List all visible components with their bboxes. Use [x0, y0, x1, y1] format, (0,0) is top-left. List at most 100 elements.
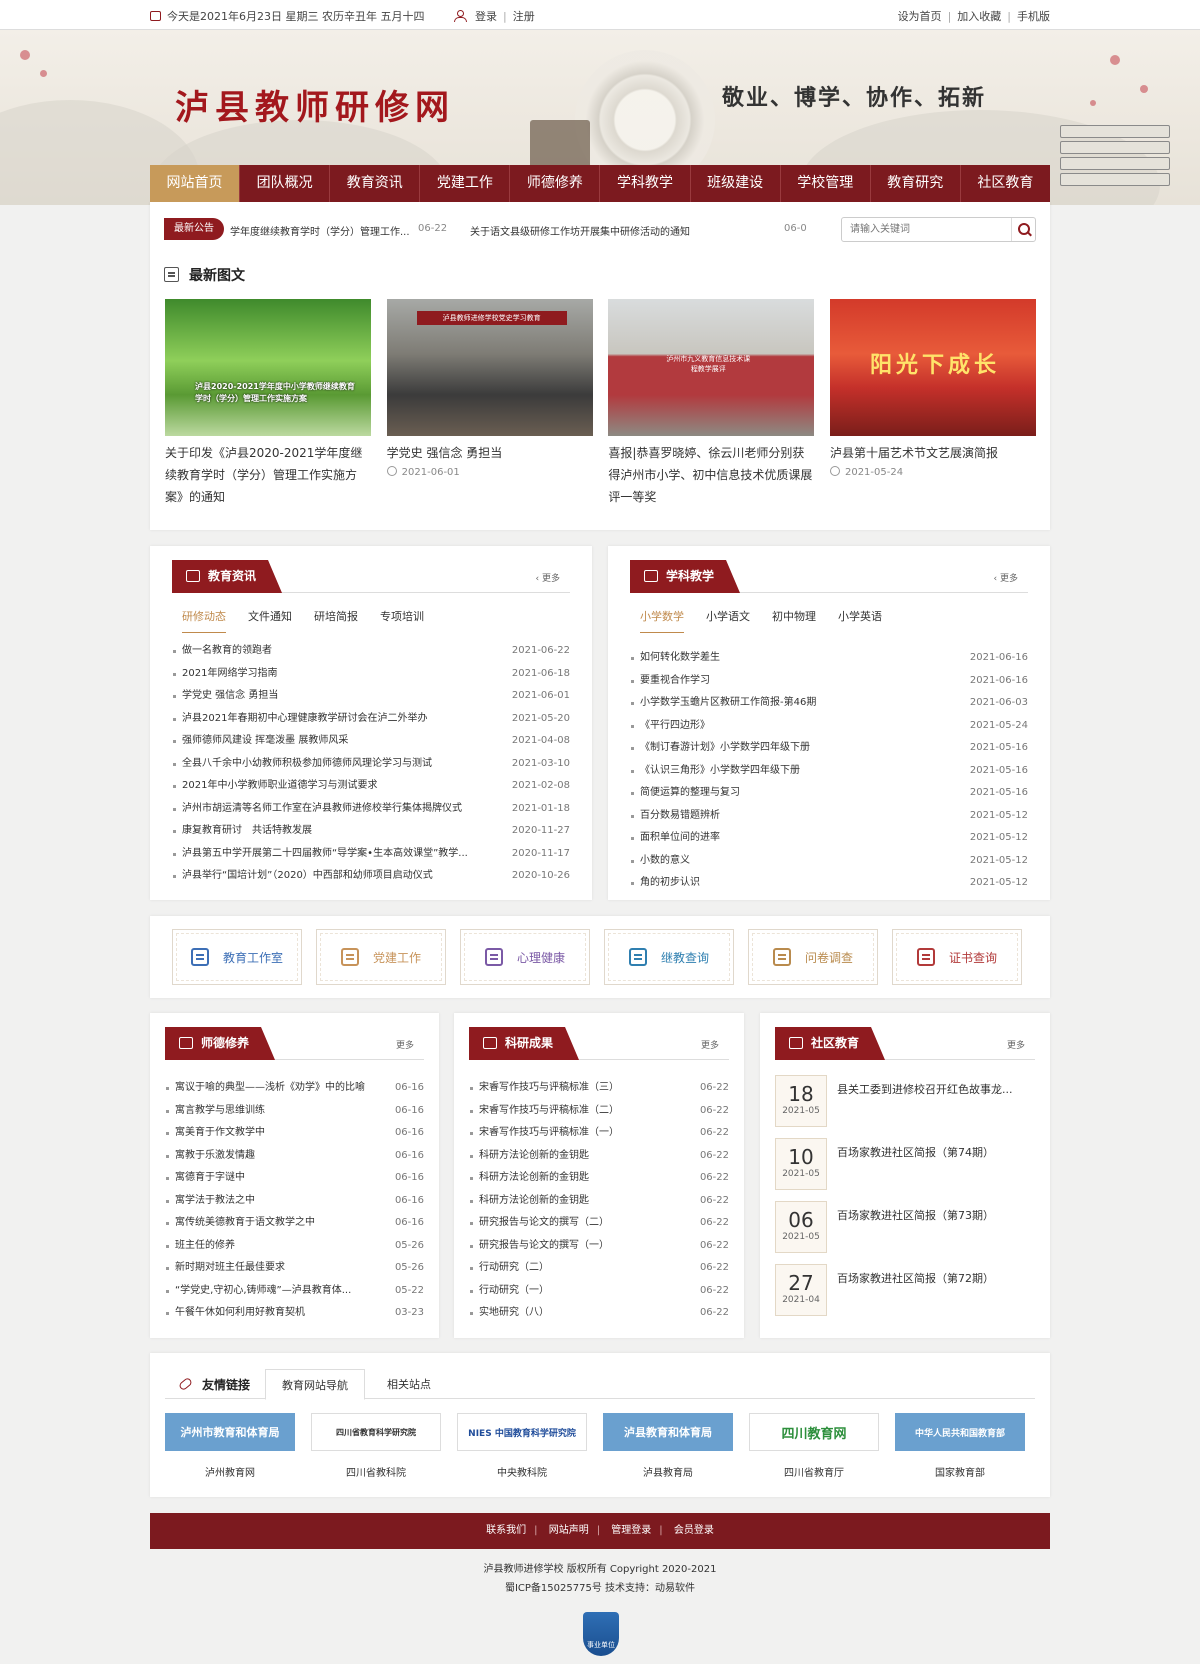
more-link[interactable]: 更多 [396, 1038, 414, 1051]
register-link[interactable]: 注册 [513, 10, 535, 23]
list-item[interactable]: 寓传统美德教育于语文教学之中 06-16 [165, 1212, 424, 1235]
list-item[interactable]: 要重视合作学习 2021-06-16 [630, 670, 1028, 693]
link-sichuan-academy[interactable]: 四川省教育科学研究院 四川省教科院 [311, 1413, 441, 1479]
login-link[interactable]: 登录 [475, 10, 497, 23]
list-item[interactable]: 强师德师风建设 挥毫泼墨 展教师风采 2021-04-08 [172, 730, 570, 753]
news-image[interactable]: 泸县教师进修学校党史学习教育 [386, 299, 593, 436]
link-luzhou-edu[interactable]: 泸州市教育和体育局 泸州教育网 [165, 1413, 295, 1479]
list-item[interactable]: 班主任的修养 05-26 [165, 1235, 424, 1258]
list-item[interactable]: 寓教于乐激发情趣 06-16 [165, 1145, 424, 1168]
list-item[interactable]: 泸县举行“国培计划”（2020）中西部和幼师项目启动仪式 2020-10-26 [172, 865, 570, 888]
list-item[interactable]: 科研方法论创新的金钥匙 06-22 [469, 1190, 729, 1213]
list-item[interactable]: 实地研究（八） 06-22 [469, 1302, 729, 1325]
list-item[interactable]: 全县八千余中小幼教师积极参加师德师风理论学习与测试 2021-03-10 [172, 753, 570, 776]
list-item[interactable]: 简便运算的整理与复习 2021-05-16 [630, 782, 1028, 805]
nav-school-admin[interactable]: 学校管理 [781, 165, 871, 202]
footer-contact-link[interactable]: 联系我们 [486, 1525, 526, 1536]
dated-item[interactable]: 27 2021-04 百场家教进社区简报（第72期） [775, 1264, 1035, 1316]
tab-primary-chinese[interactable]: 小学语文 [706, 608, 750, 633]
nav-ethics[interactable]: 师德修养 [510, 165, 601, 202]
tab-junior-physics[interactable]: 初中物理 [772, 608, 816, 633]
list-item[interactable]: 寓美育于作文教学中 06-16 [165, 1122, 424, 1145]
quick-party-button[interactable]: 党建工作 [316, 929, 446, 985]
news-card[interactable]: 泸州市九义教育信息技术课程教学展评 喜报|恭喜罗晓婷、徐云川老师分别获得泸州市小… [608, 299, 815, 508]
news-image[interactable]: 阳光下成长 [829, 299, 1036, 436]
list-item[interactable]: 研究报告与论文的撰写（一） 06-22 [469, 1235, 729, 1258]
tab-related-sites[interactable]: 相关站点 [371, 1369, 447, 1400]
quick-survey-button[interactable]: 问卷调查 [748, 929, 878, 985]
mobile-link[interactable]: 手机版 [1017, 10, 1050, 23]
link-luxian-edu[interactable]: 泸县教育和体育局 泸县教育局 [603, 1413, 733, 1479]
list-item[interactable]: 《制订春游计划》小学数学四年级下册 2021-05-16 [630, 737, 1028, 760]
list-item[interactable]: “学党史,守初心,铸师魂”—泸县教育体... 05-22 [165, 1280, 424, 1303]
more-link[interactable]: ‹ 更多 [536, 571, 560, 584]
news-caption[interactable]: 关于印发《泸县2020-2021学年度继续教育学时（学分）管理工作实施方案》的通… [165, 442, 371, 508]
nav-class[interactable]: 班级建设 [691, 165, 781, 202]
tab-primary-math[interactable]: 小学数学 [640, 608, 684, 633]
institution-badge-icon[interactable]: 事业单位 [583, 1612, 619, 1656]
footer-member-login-link[interactable]: 会员登录 [674, 1525, 714, 1536]
more-link[interactable]: 更多 [1007, 1038, 1025, 1051]
list-item[interactable]: 科研方法论创新的金钥匙 06-22 [469, 1167, 729, 1190]
link-moe[interactable]: 中华人民共和国教育部 国家教育部 [895, 1413, 1025, 1479]
footer-statement-link[interactable]: 网站声明 [549, 1525, 589, 1536]
quick-studio-button[interactable]: 教育工作室 [172, 929, 302, 985]
list-item[interactable]: 康复教育研讨 共话特教发展 2020-11-27 [172, 820, 570, 843]
list-item[interactable]: 寓议于喻的典型——浅析《劝学》中的比喻 06-16 [165, 1077, 424, 1100]
tab-research-news[interactable]: 研修动态 [182, 608, 226, 633]
list-item[interactable]: 2021年网络学习指南 2021-06-18 [172, 663, 570, 686]
link-sichuan-edu[interactable]: 四川教育网 四川省教育厅 [749, 1413, 879, 1479]
quick-certificate-button[interactable]: 证书查询 [892, 929, 1022, 985]
list-item[interactable]: 小数的意义 2021-05-12 [630, 850, 1028, 873]
news-caption[interactable]: 学党史 强信念 勇担当 [387, 442, 593, 464]
news-image[interactable]: 泸州市九义教育信息技术课程教学展评 [608, 299, 815, 436]
item-title[interactable]: 百场家教进社区简报（第73期） [837, 1207, 1039, 1223]
list-item[interactable]: 泸县第五中学开展第二十四届教师“导学案•生本高效课堂”教学... 2020-11-… [172, 843, 570, 866]
list-item[interactable]: 如何转化数学差生 2021-06-16 [630, 647, 1028, 670]
more-link[interactable]: ‹ 更多 [994, 571, 1018, 584]
list-item[interactable]: 寓言教学与思维训练 06-16 [165, 1100, 424, 1123]
news-card[interactable]: 泸县2020-2021学年度中小学教师继续教育学时（学分）管理工作实施方案 关于… [165, 299, 371, 508]
quick-cont-edu-button[interactable]: 继教查询 [604, 929, 734, 985]
tab-notices[interactable]: 文件通知 [248, 608, 292, 633]
list-item[interactable]: 科研方法论创新的金钥匙 06-22 [469, 1145, 729, 1168]
list-item[interactable]: 角的初步认识 2021-05-12 [630, 872, 1028, 895]
add-favorite-link[interactable]: 加入收藏 [957, 10, 1001, 23]
list-item[interactable]: 百分数易错题辨析 2021-05-12 [630, 805, 1028, 828]
tab-special-training[interactable]: 专项培训 [380, 608, 424, 633]
list-item[interactable]: 学党史 强信念 勇担当 2021-06-01 [172, 685, 570, 708]
dated-item[interactable]: 18 2021-05 县关工委到进修校召开红色故事龙... [775, 1075, 1035, 1127]
nav-party[interactable]: 党建工作 [420, 165, 511, 202]
quick-mental-health-button[interactable]: 心理健康 [460, 929, 590, 985]
list-item[interactable]: 小学数学玉蟾片区教研工作简报-第46期 2021-06-03 [630, 692, 1028, 715]
tab-primary-english[interactable]: 小学英语 [838, 608, 882, 633]
more-link[interactable]: 更多 [701, 1038, 719, 1051]
list-item[interactable]: 《平行四边形》 2021-05-24 [630, 715, 1028, 738]
list-item[interactable]: 寓学法于教法之中 06-16 [165, 1190, 424, 1213]
nav-home[interactable]: 网站首页 [150, 165, 241, 202]
list-item[interactable]: 新时期对班主任最佳要求 05-26 [165, 1257, 424, 1280]
list-item[interactable]: 2021年中小学教师职业道德学习与测试要求 2021-02-08 [172, 775, 570, 798]
news-image[interactable]: 泸县2020-2021学年度中小学教师继续教育学时（学分）管理工作实施方案 [165, 299, 371, 436]
footer-admin-login-link[interactable]: 管理登录 [611, 1525, 651, 1536]
search-input[interactable] [842, 218, 1007, 241]
link-national-academy[interactable]: NIES 中国教育科学研究院 中央教科院 [457, 1413, 587, 1479]
nav-team[interactable]: 团队概况 [240, 165, 331, 202]
nav-research[interactable]: 教育研究 [871, 165, 961, 202]
set-home-link[interactable]: 设为首页 [898, 10, 942, 23]
list-item[interactable]: 《认识三角形》小学数学四年级下册 2021-05-16 [630, 760, 1028, 783]
nav-subject[interactable]: 学科教学 [600, 165, 691, 202]
notice-item[interactable]: 关于语文县级研修工作坊开展集中研修活动的通知 [470, 223, 710, 238]
list-item[interactable]: 做一名教育的领跑者 2021-06-22 [172, 640, 570, 663]
list-item[interactable]: 面积单位间的进率 2021-05-12 [630, 827, 1028, 850]
dated-item[interactable]: 10 2021-05 百场家教进社区简报（第74期） [775, 1138, 1035, 1190]
nav-edu-news[interactable]: 教育资讯 [330, 165, 421, 202]
list-item[interactable]: 宋睿写作技巧与评稿标准（二） 06-22 [469, 1100, 729, 1123]
dated-item[interactable]: 06 2021-05 百场家教进社区简报（第73期） [775, 1201, 1035, 1253]
list-item[interactable]: 宋睿写作技巧与评稿标准（一） 06-22 [469, 1122, 729, 1145]
item-title[interactable]: 县关工委到进修校召开红色故事龙... [837, 1081, 1039, 1097]
news-caption[interactable]: 喜报|恭喜罗晓婷、徐云川老师分别获得泸州市小学、初中信息技术优质课展评一等奖 [608, 442, 814, 508]
list-item[interactable]: 宋睿写作技巧与评稿标准（三） 06-22 [469, 1077, 729, 1100]
item-title[interactable]: 百场家教进社区简报（第72期） [837, 1270, 1039, 1286]
news-caption[interactable]: 泸县第十届艺术节文艺展演简报 [830, 442, 1036, 464]
